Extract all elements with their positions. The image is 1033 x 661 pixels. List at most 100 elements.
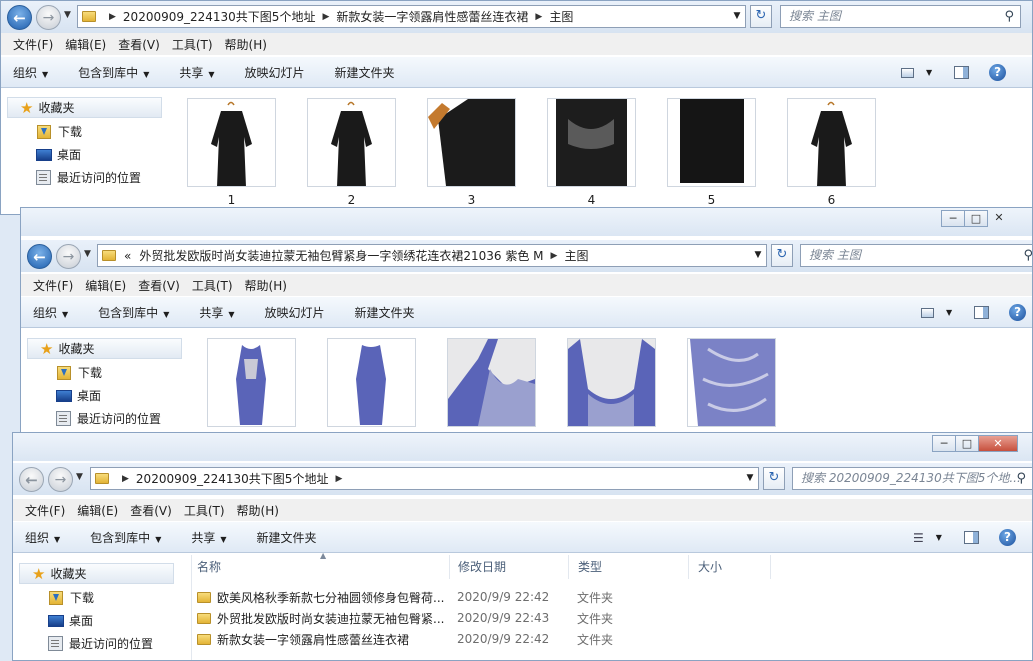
- column-header-date[interactable]: 修改日期: [458, 555, 506, 579]
- breadcrumb-separator-icon[interactable]: ▶: [535, 12, 542, 22]
- image-thumbnail[interactable]: [667, 98, 756, 187]
- slideshow-button[interactable]: 放映幻灯片: [265, 304, 325, 321]
- image-thumbnail[interactable]: [787, 98, 876, 187]
- breadcrumb-separator-icon[interactable]: ▶: [109, 12, 116, 22]
- minimize-icon[interactable]: ─: [932, 435, 956, 452]
- maximize-icon[interactable]: □: [955, 435, 979, 452]
- column-header-size[interactable]: 大小: [698, 555, 722, 579]
- preview-pane-icon[interactable]: [954, 66, 970, 79]
- new-folder-button[interactable]: 新建文件夹: [257, 529, 317, 546]
- menu-help[interactable]: 帮助(H): [239, 277, 293, 294]
- organize-button[interactable]: 组织 ▼: [33, 304, 68, 321]
- back-button[interactable]: ←: [19, 467, 44, 492]
- view-dropdown-icon[interactable]: ▼: [926, 68, 932, 77]
- breadcrumb-item[interactable]: 主图: [564, 247, 588, 264]
- search-icon[interactable]: ⚲: [1016, 468, 1026, 489]
- menu-view[interactable]: 查看(V): [132, 277, 186, 294]
- help-icon[interactable]: ?: [1009, 304, 1027, 321]
- menu-tools[interactable]: 工具(T): [186, 277, 239, 294]
- share-button[interactable]: 共享 ▼: [199, 304, 234, 321]
- menu-view[interactable]: 查看(V): [112, 36, 166, 53]
- address-bar[interactable]: « 外贸批发欧版时尚女装迪拉蒙无袖包臂紧身一字领绣花连衣裙21036 紫色 M …: [97, 244, 767, 267]
- breadcrumb-item[interactable]: 新款女装一字领露肩性感蕾丝连衣裙: [336, 8, 528, 25]
- search-icon[interactable]: ⚲: [1004, 6, 1014, 27]
- sidebar-item-recent[interactable]: 最近访问的位置: [36, 169, 141, 186]
- menu-tools[interactable]: 工具(T): [166, 36, 219, 53]
- share-button[interactable]: 共享 ▼: [191, 529, 226, 546]
- close-icon[interactable]: ✕: [978, 435, 1018, 452]
- image-thumbnail[interactable]: [427, 98, 516, 187]
- help-icon[interactable]: ?: [998, 529, 1016, 546]
- slideshow-button[interactable]: 放映幻灯片: [245, 64, 305, 81]
- breadcrumb-separator-icon[interactable]: ▶: [335, 474, 342, 484]
- preview-pane-icon[interactable]: [974, 306, 990, 319]
- table-row[interactable]: 欧美风格秋季新款七分袖圆领修身包臀荷... 2020/9/9 22:42 文件夹: [197, 587, 613, 607]
- organize-button[interactable]: 组织 ▼: [25, 529, 60, 546]
- help-icon[interactable]: ?: [989, 64, 1007, 81]
- sidebar-item-recent[interactable]: 最近访问的位置: [48, 635, 153, 652]
- change-view-icon[interactable]: [921, 307, 934, 318]
- column-header-name[interactable]: 名称: [197, 555, 221, 579]
- address-history-dropdown[interactable]: ▼: [750, 245, 766, 266]
- view-dropdown-icon[interactable]: ▼: [936, 533, 942, 542]
- image-thumbnail[interactable]: [687, 338, 776, 427]
- menu-file[interactable]: 文件(F): [27, 277, 79, 294]
- favorites-header[interactable]: ★ 收藏夹: [27, 338, 182, 359]
- image-thumbnail[interactable]: [207, 338, 296, 427]
- search-input[interactable]: 搜索 20200909_224130共下图5个地... ⚲: [792, 467, 1032, 490]
- refresh-button[interactable]: ↻: [750, 5, 772, 28]
- image-thumbnail[interactable]: [447, 338, 536, 427]
- include-in-library-button[interactable]: 包含到库中 ▼: [98, 304, 169, 321]
- menu-help[interactable]: 帮助(H): [219, 36, 273, 53]
- menu-tools[interactable]: 工具(T): [178, 502, 231, 519]
- breadcrumb-item[interactable]: 20200909_224130共下图5个地址: [123, 8, 316, 25]
- address-bar[interactable]: ▶ 20200909_224130共下图5个地址 ▶ 新款女装一字领露肩性感蕾丝…: [77, 5, 746, 28]
- sidebar-item-downloads[interactable]: 下载: [49, 589, 94, 606]
- details-view-icon[interactable]: ☰: [913, 531, 924, 545]
- share-button[interactable]: 共享 ▼: [179, 64, 214, 81]
- refresh-button[interactable]: ↻: [771, 244, 793, 267]
- recent-pages-dropdown[interactable]: ▼: [84, 249, 91, 259]
- recent-pages-dropdown[interactable]: ▼: [76, 472, 83, 482]
- sidebar-item-downloads[interactable]: 下载: [37, 123, 82, 140]
- sidebar-item-desktop[interactable]: 桌面: [48, 612, 93, 629]
- sidebar-item-desktop[interactable]: 桌面: [36, 146, 81, 163]
- change-view-icon[interactable]: [901, 67, 914, 78]
- menu-file[interactable]: 文件(F): [7, 36, 59, 53]
- menu-view[interactable]: 查看(V): [124, 502, 178, 519]
- menu-edit[interactable]: 编辑(E): [79, 277, 132, 294]
- refresh-button[interactable]: ↻: [763, 467, 785, 490]
- breadcrumb-separator-icon[interactable]: ▶: [322, 12, 329, 22]
- close-icon[interactable]: ✕: [987, 210, 1011, 227]
- table-row[interactable]: 外贸批发欧版时尚女装迪拉蒙无袖包臀紧... 2020/9/9 22:43 文件夹: [197, 608, 613, 628]
- organize-button[interactable]: 组织 ▼: [13, 64, 48, 81]
- table-row[interactable]: 新款女装一字领露肩性感蕾丝连衣裙 2020/9/9 22:42 文件夹: [197, 629, 613, 649]
- recent-pages-dropdown[interactable]: ▼: [64, 10, 71, 20]
- new-folder-button[interactable]: 新建文件夹: [355, 304, 415, 321]
- maximize-icon[interactable]: □: [964, 210, 988, 227]
- forward-button[interactable]: →: [36, 5, 61, 30]
- menu-file[interactable]: 文件(F): [19, 502, 71, 519]
- image-thumbnail[interactable]: [567, 338, 656, 427]
- search-icon[interactable]: ⚲: [1023, 245, 1032, 266]
- menu-help[interactable]: 帮助(H): [231, 502, 285, 519]
- column-header-type[interactable]: 类型: [578, 555, 602, 579]
- search-input[interactable]: 搜索 主图 ⚲: [780, 5, 1021, 28]
- back-button[interactable]: ←: [27, 244, 52, 269]
- favorites-header[interactable]: ★ 收藏夹: [7, 97, 162, 118]
- breadcrumb-separator-icon[interactable]: ▶: [122, 474, 129, 484]
- include-in-library-button[interactable]: 包含到库中 ▼: [90, 529, 161, 546]
- hidden-breadcrumbs-chevron[interactable]: «: [124, 249, 131, 263]
- breadcrumb-item[interactable]: 20200909_224130共下图5个地址: [136, 470, 329, 487]
- sidebar-item-downloads[interactable]: 下载: [57, 364, 102, 381]
- forward-button[interactable]: →: [56, 244, 81, 269]
- favorites-header[interactable]: ★ 收藏夹: [19, 563, 174, 584]
- sidebar-item-desktop[interactable]: 桌面: [56, 387, 101, 404]
- sidebar-item-recent[interactable]: 最近访问的位置: [56, 410, 161, 427]
- breadcrumb-item[interactable]: 外贸批发欧版时尚女装迪拉蒙无袖包臂紧身一字领绣花连衣裙21036 紫色 M: [139, 247, 543, 264]
- address-history-dropdown[interactable]: ▼: [729, 6, 745, 27]
- image-thumbnail[interactable]: [547, 98, 636, 187]
- forward-button[interactable]: →: [48, 467, 73, 492]
- search-input[interactable]: 搜索 主图 ⚲: [800, 244, 1032, 267]
- breadcrumb-item[interactable]: 主图: [549, 8, 573, 25]
